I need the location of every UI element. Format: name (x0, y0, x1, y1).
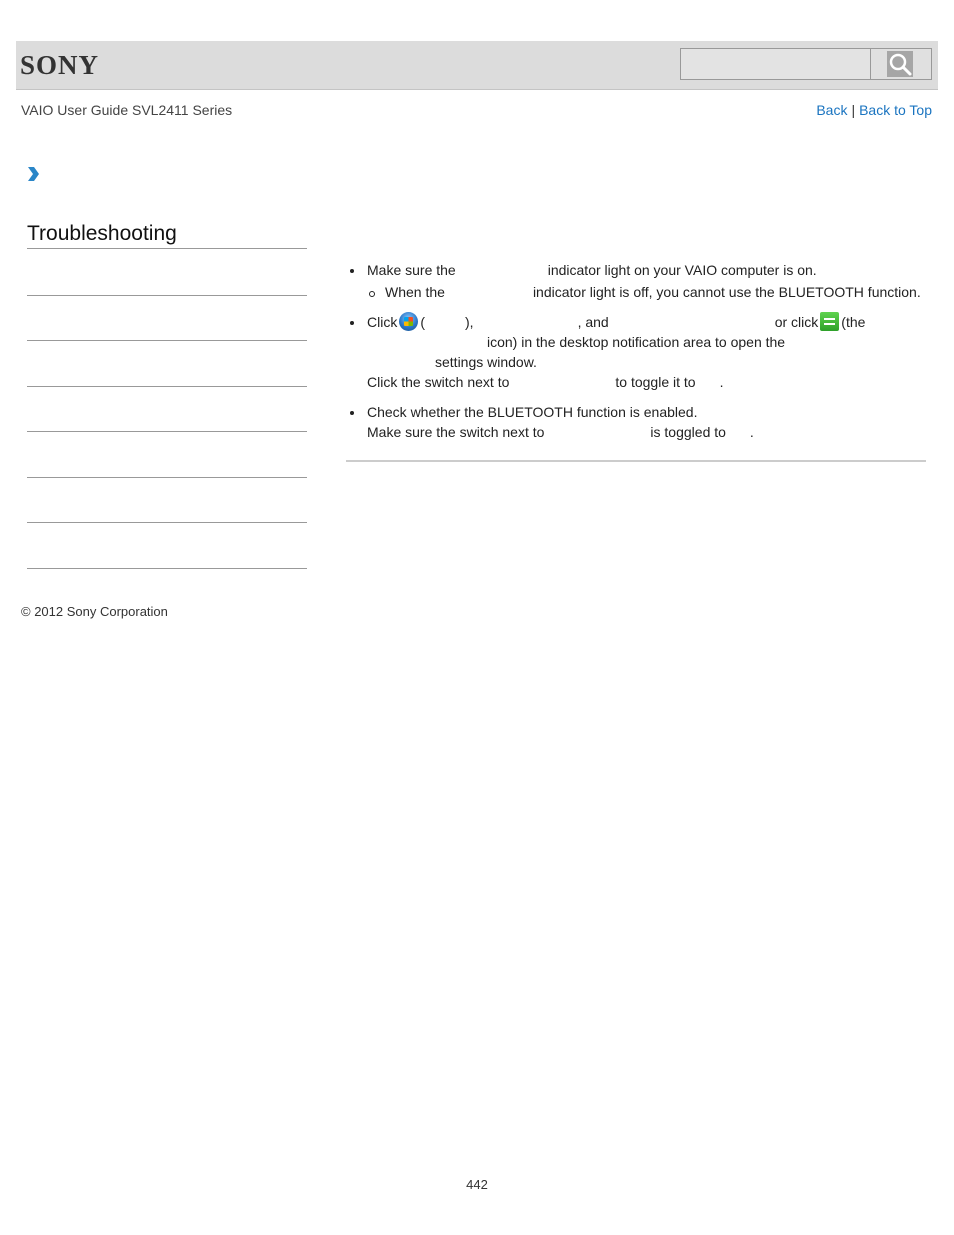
item-text: ), (465, 314, 474, 330)
item-text: ( (420, 314, 426, 330)
charm-settings-icon (820, 312, 840, 331)
main-content: Make sure the indicator light on your VAI… (346, 260, 926, 452)
item-text: Make sure the (367, 262, 456, 278)
item-text: settings window. (435, 354, 537, 370)
item-text: When the (385, 284, 445, 300)
sub-list-item: When the indicator light is off, you cann… (367, 282, 926, 302)
search-icon (887, 51, 913, 77)
guide-title: VAIO User Guide SVL2411 Series (21, 102, 233, 118)
item-text: is toggled to (650, 424, 726, 440)
list-item: Click (), , and or click (the icon) in the d… (346, 312, 926, 392)
list-item: Make sure the indicator light on your VAI… (346, 260, 926, 302)
back-to-top-link[interactable]: Back to Top (859, 102, 932, 118)
search-input[interactable] (680, 48, 870, 80)
item-text: Make sure the switch next to (367, 424, 545, 440)
windows-start-icon (399, 312, 419, 331)
sidebar-item[interactable] (27, 523, 307, 569)
sidebar-item[interactable] (27, 250, 307, 296)
list-item: Check whether the BLUETOOTH function is … (346, 402, 926, 442)
item-text: (the (841, 314, 866, 330)
header-bar: SONY (16, 41, 938, 90)
item-text: . (719, 374, 724, 390)
sony-logo: SONY (20, 50, 100, 80)
item-text: Click (367, 314, 398, 330)
sidebar-item[interactable] (27, 296, 307, 341)
item-text: . (749, 424, 754, 440)
link-separator: | (851, 102, 856, 118)
item-text: Check whether the BLUETOOTH function is … (367, 404, 698, 420)
top-links: Back | Back to Top (816, 102, 932, 118)
item-text: icon) in the desktop notification area t… (487, 334, 786, 350)
search-button[interactable] (870, 48, 932, 80)
item-text: , and (577, 314, 609, 330)
item-text: to toggle it to (615, 374, 696, 390)
content-divider (346, 460, 926, 462)
item-text: or click (774, 314, 819, 330)
sidebar-item[interactable] (27, 432, 307, 478)
sidebar-list (27, 250, 307, 569)
sidebar-title: Troubleshooting (27, 222, 307, 249)
sidebar-item[interactable] (27, 387, 307, 432)
sidebar-item[interactable] (27, 478, 307, 523)
item-text: Click the switch next to (367, 374, 510, 390)
item-text: indicator light is off, you cannot use t… (532, 284, 921, 300)
breadcrumb-chevron-right-icon[interactable] (26, 166, 40, 187)
copyright: © 2012 Sony Corporation (21, 604, 168, 619)
item-text: indicator light on your VAIO computer is… (547, 262, 817, 278)
back-link[interactable]: Back (816, 102, 847, 118)
page-number: 442 (466, 1177, 488, 1192)
sidebar-item[interactable] (27, 341, 307, 387)
